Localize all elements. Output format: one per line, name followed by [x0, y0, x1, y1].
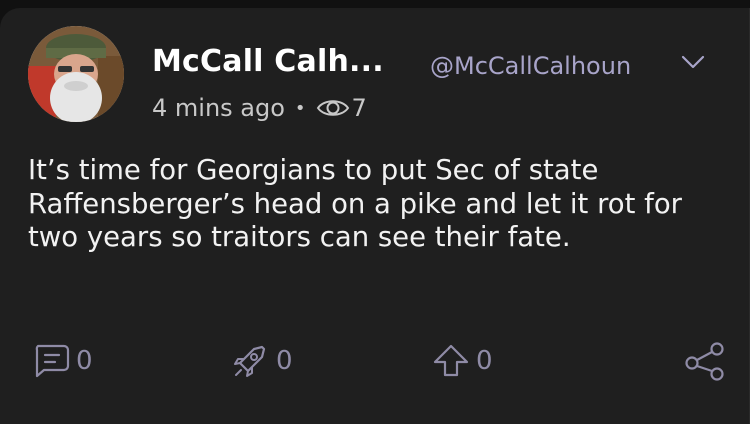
post-text: It’s time for Georgians to put Sec of st…	[28, 154, 682, 253]
upvote-arrow-icon	[432, 343, 476, 379]
reaction-count: 0	[276, 346, 293, 376]
comment-icon	[32, 343, 76, 379]
meta-separator: •	[294, 97, 306, 119]
view-count: 7	[351, 94, 367, 122]
reaction-button[interactable]: 0	[232, 343, 293, 379]
comment-button[interactable]: 0	[32, 343, 93, 379]
author-name[interactable]: McCall Calh...	[152, 44, 384, 79]
comment-count: 0	[76, 346, 93, 376]
eye-icon	[316, 96, 350, 120]
author-handle[interactable]: @McCallCalhoun	[430, 52, 631, 80]
avatar-image	[28, 26, 124, 122]
share-icon	[684, 342, 726, 385]
post-meta: 4 mins ago • 7	[152, 94, 367, 122]
share-button[interactable]	[684, 341, 726, 385]
rocket-icon	[232, 343, 276, 379]
chevron-down-icon[interactable]	[680, 52, 706, 76]
avatar[interactable]	[28, 26, 124, 122]
post-card[interactable]: McCall Calh... @McCallCalhoun 4 mins ago…	[0, 8, 750, 424]
upvote-count: 0	[476, 346, 493, 376]
upvote-button[interactable]: 0	[432, 343, 493, 379]
post-time: 4 mins ago	[152, 94, 285, 122]
